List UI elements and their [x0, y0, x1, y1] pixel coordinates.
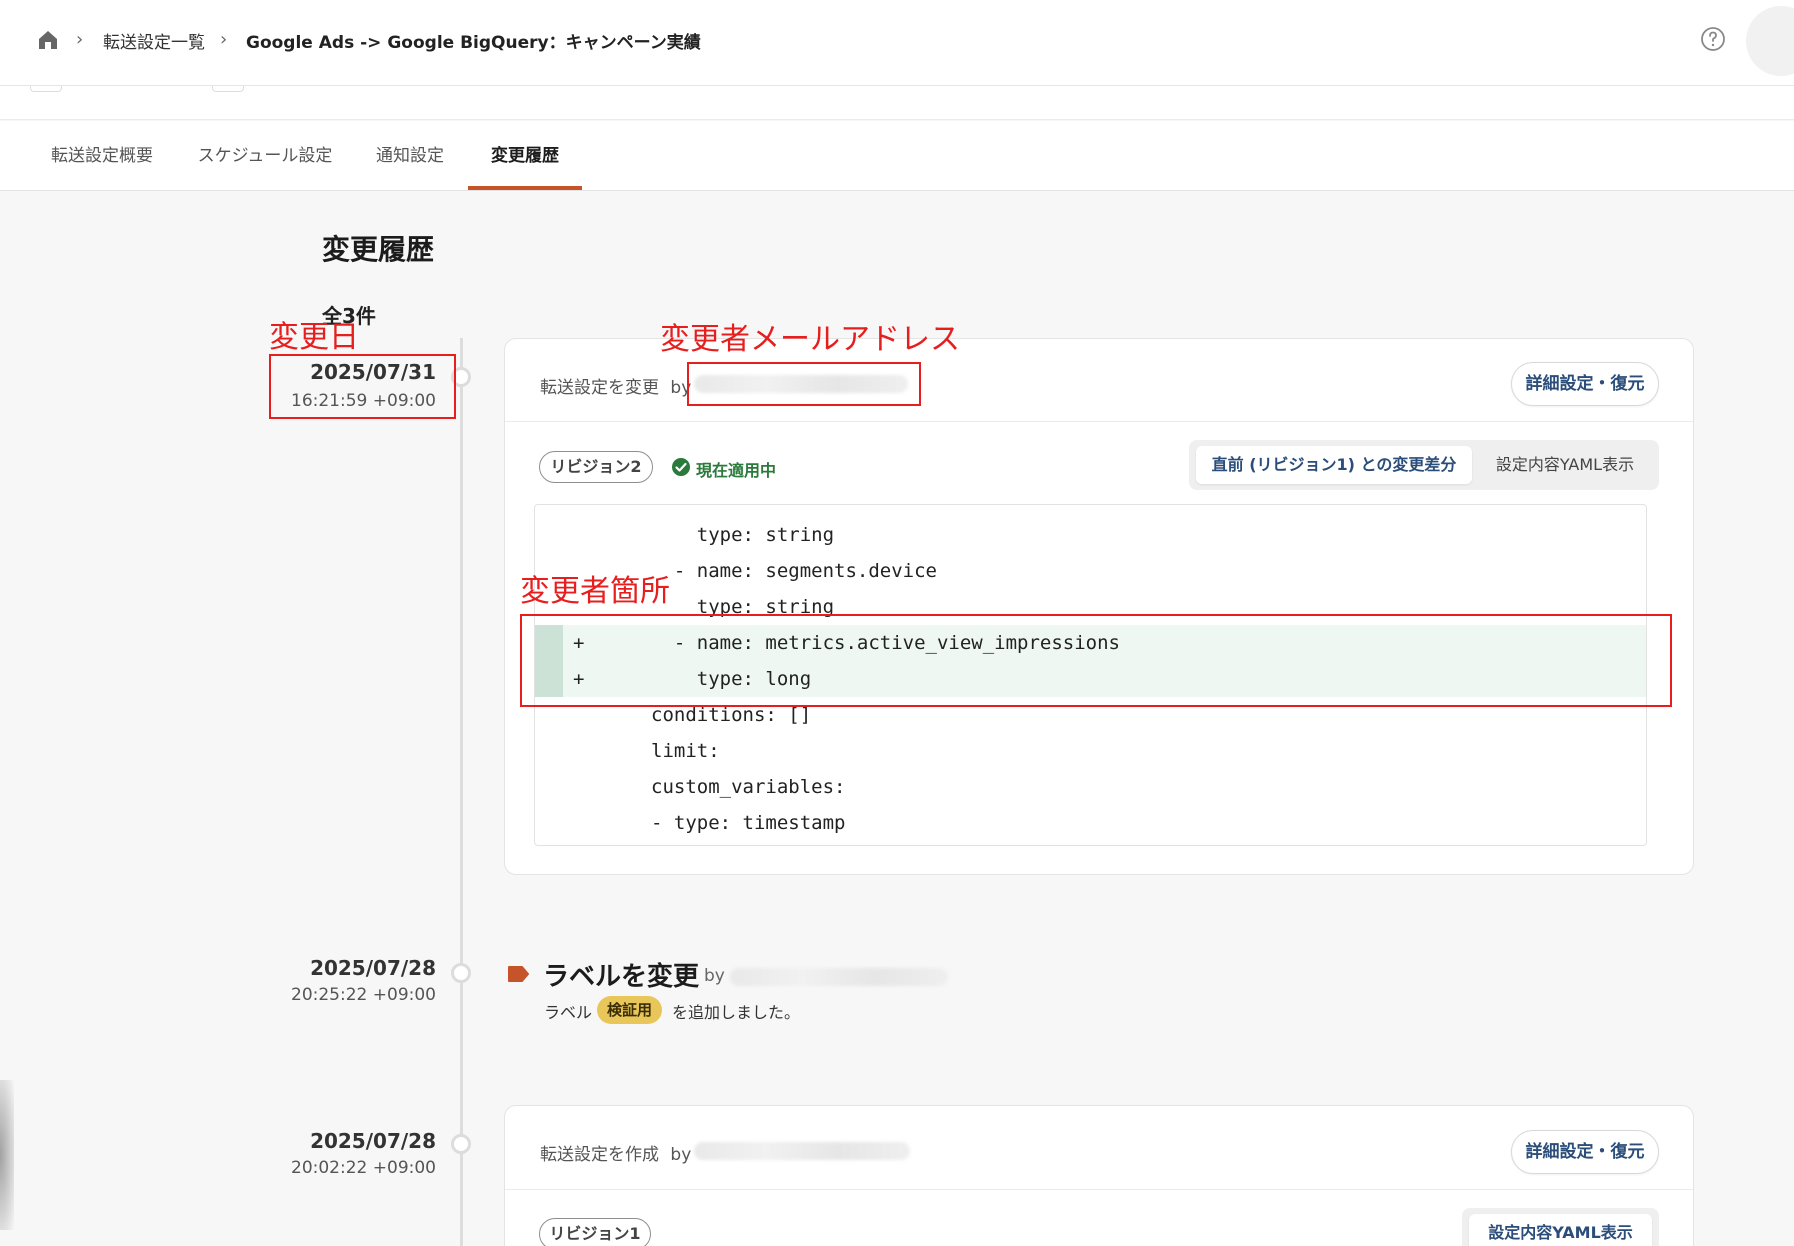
help-icon[interactable]	[1700, 26, 1726, 52]
card-action: 転送設定を変更	[540, 378, 659, 398]
check-circle-icon	[672, 458, 690, 476]
entry-date: 2025/07/28	[310, 956, 436, 980]
label-desc-suffix: を追加しました。	[672, 1003, 801, 1022]
label-desc-prefix: ラベル	[544, 1003, 593, 1022]
breadcrumb-transfer-list[interactable]: 転送設定一覧	[103, 28, 205, 53]
annotation-date-box	[269, 354, 456, 419]
annotation-email-box	[687, 362, 921, 406]
tab-notification[interactable]: 通知設定	[368, 121, 452, 191]
yaml-view-button[interactable]: 設定内容YAML表示	[1479, 446, 1651, 484]
code-line: - name: segments.device	[651, 560, 937, 582]
timeline-line	[460, 338, 463, 1246]
code-line: - type: timestamp	[651, 812, 846, 834]
revision-badge: リビジョン2	[539, 451, 653, 483]
tab-overview[interactable]: 転送設定概要	[42, 121, 162, 191]
view-toggle: 直前 (リビジョン1) との変更差分 設定内容YAML表示	[1189, 440, 1659, 490]
top-header: › 転送設定一覧 › Google Ads -> Google BigQuery…	[0, 0, 1794, 86]
code-line: custom_variables:	[651, 776, 846, 798]
code-line: limit:	[651, 740, 720, 762]
annotation-diff-box	[520, 614, 1672, 707]
restore-button[interactable]: 詳細設定・復元	[1511, 362, 1659, 406]
entry-time: 20:25:22 +09:00	[291, 985, 436, 1005]
avatar[interactable]	[1746, 6, 1794, 76]
card-divider	[505, 1189, 1693, 1190]
card-action-text: 転送設定を変更 by	[540, 373, 691, 398]
tab-schedule[interactable]: スケジュール設定	[196, 121, 334, 191]
page-title: 変更履歴	[322, 233, 435, 266]
annotation-diff-label: 変更者箇所	[520, 574, 670, 609]
editor-email-redacted	[730, 968, 948, 986]
editor-email-redacted	[694, 1142, 910, 1160]
card-action: 転送設定を作成	[540, 1145, 659, 1165]
timeline-dot	[451, 1134, 471, 1154]
card-by: by	[670, 1145, 692, 1165]
yaml-view-button[interactable]: 設定内容YAML表示	[1469, 1214, 1652, 1246]
card-divider	[505, 421, 1693, 422]
breadcrumb-current: Google Ads -> Google BigQuery：キャンペーン実績	[246, 33, 701, 53]
active-tab-indicator	[468, 186, 582, 190]
chevron-right-icon: ›	[220, 29, 228, 50]
toolbar-stub	[212, 86, 244, 92]
code-fade	[535, 505, 1646, 517]
label-chip: 検証用	[597, 996, 663, 1024]
timeline-dot	[451, 963, 471, 983]
view-toggle: 設定内容YAML表示	[1462, 1208, 1659, 1246]
card-action-text: 転送設定を作成 by	[540, 1140, 691, 1165]
restore-button[interactable]: 詳細設定・復元	[1511, 1130, 1659, 1174]
entry-date: 2025/07/28	[310, 1129, 436, 1153]
diff-view-button[interactable]: 直前 (リビジョン1) との変更差分	[1196, 446, 1472, 484]
toolbar-stub	[30, 86, 62, 92]
tab-bar: 転送設定概要 スケジュール設定 通知設定 変更履歴	[0, 121, 1794, 191]
annotation-date-label: 変更日	[269, 320, 359, 355]
applied-status: 現在適用中	[696, 461, 777, 480]
tag-icon	[508, 966, 529, 982]
sub-toolbar	[0, 86, 1794, 120]
code-line: type: string	[651, 524, 835, 546]
entry-time: 20:02:22 +09:00	[291, 1158, 436, 1178]
revision-badge: リビジョン1	[539, 1218, 651, 1246]
edge-shadow	[0, 1080, 14, 1230]
annotation-email-label: 変更者メールアドレス	[660, 322, 960, 357]
tab-history[interactable]: 変更履歴	[482, 121, 568, 191]
chevron-right-icon: ›	[76, 29, 84, 50]
label-change-title: ラベルを変更	[543, 962, 700, 992]
home-icon[interactable]	[36, 28, 60, 52]
label-change-by: by	[704, 966, 725, 986]
